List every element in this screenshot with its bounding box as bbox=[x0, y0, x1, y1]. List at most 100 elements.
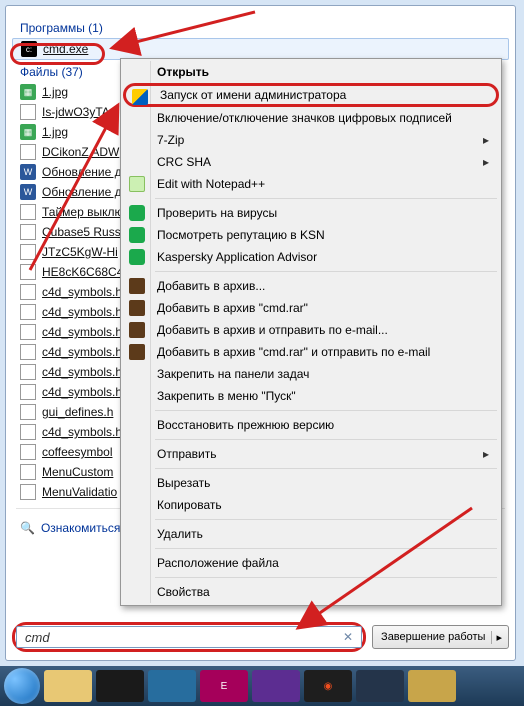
menu-item-label: Добавить в архив "cmd.rar" bbox=[157, 301, 308, 315]
menu-item-label: Удалить bbox=[157, 527, 203, 541]
file-result-label: DCikonZ ADW bbox=[42, 145, 119, 159]
menu-item[interactable]: Edit with Notepad++ bbox=[123, 173, 499, 195]
file-result-label: coffeesymbol bbox=[42, 445, 112, 459]
menu-item[interactable]: Kaspersky Application Advisor bbox=[123, 246, 499, 268]
menu-item-label: Посмотреть репутацию в KSN bbox=[157, 228, 325, 242]
menu-item[interactable]: Добавить в архив "cmd.rar" и отправить п… bbox=[123, 341, 499, 363]
doc-icon bbox=[20, 444, 36, 460]
file-result-label: 1.jpg bbox=[42, 85, 68, 99]
menu-item-label: Вырезать bbox=[157, 476, 210, 490]
file-result-label: Обновление д bbox=[42, 185, 122, 199]
menu-item-label: Запуск от имени администратора bbox=[160, 88, 346, 102]
taskbar-item[interactable] bbox=[148, 670, 196, 702]
file-result-label: MenuCustom bbox=[42, 465, 113, 479]
menu-item-label: 7-Zip bbox=[157, 133, 184, 147]
menu-item[interactable]: Восстановить прежнюю версию bbox=[123, 414, 499, 436]
menu-item[interactable]: Проверить на вирусы bbox=[123, 202, 499, 224]
file-result-label: Обновление д bbox=[42, 165, 122, 179]
file-result-label: 1.jpg bbox=[42, 125, 68, 139]
doc-icon bbox=[20, 344, 36, 360]
menu-item-label: Расположение файла bbox=[157, 556, 279, 570]
menu-item[interactable]: Вырезать bbox=[123, 472, 499, 494]
greensh-icon bbox=[129, 205, 145, 221]
img-icon: ▦ bbox=[20, 84, 36, 100]
menu-item[interactable]: Включение/отключение значков цифровых по… bbox=[123, 107, 499, 129]
menu-item-label: Kaspersky Application Advisor bbox=[157, 250, 317, 264]
file-result-label: c4d_symbols.h bbox=[42, 325, 122, 339]
menu-item[interactable]: Открыть bbox=[123, 61, 499, 83]
shutdown-button[interactable]: Завершение работы ▸ bbox=[372, 625, 509, 649]
menu-separator bbox=[155, 271, 497, 272]
doc-icon bbox=[20, 244, 36, 260]
programs-header: Программы (1) bbox=[12, 18, 509, 38]
file-result-label: MenuValidatio bbox=[42, 485, 117, 499]
menu-item[interactable]: Свойства bbox=[123, 581, 499, 603]
img-icon: ▦ bbox=[20, 124, 36, 140]
rar-icon bbox=[129, 300, 145, 316]
search-icon: 🔍 bbox=[20, 521, 35, 535]
taskbar-item[interactable] bbox=[96, 670, 144, 702]
taskbar-item[interactable] bbox=[44, 670, 92, 702]
rar-icon bbox=[129, 278, 145, 294]
context-menu: Открыть Запуск от имени администратора Вкл… bbox=[120, 58, 502, 606]
doc-icon bbox=[20, 104, 36, 120]
greensh-icon bbox=[129, 227, 145, 243]
menu-item[interactable]: 7-Zip ▸ bbox=[123, 129, 499, 151]
menu-separator bbox=[155, 439, 497, 440]
menu-item[interactable]: Отправить▸ bbox=[123, 443, 499, 465]
taskbar-item[interactable] bbox=[408, 670, 456, 702]
file-result-label: gui_defines.h bbox=[42, 405, 113, 419]
start-orb[interactable] bbox=[4, 668, 40, 704]
menu-item-label: Закрепить на панели задач bbox=[157, 367, 309, 381]
file-result-label: Is-jdwO3yTA.j bbox=[42, 105, 116, 119]
menu-item-label: Включение/отключение значков цифровых по… bbox=[157, 111, 452, 125]
menu-item-label: Свойства bbox=[157, 585, 210, 599]
taskbar-item[interactable]: ◉ bbox=[304, 670, 352, 702]
menu-item[interactable]: CRC SHA▸ bbox=[123, 151, 499, 173]
doc-icon bbox=[20, 304, 36, 320]
menu-item[interactable]: Расположение файла bbox=[123, 552, 499, 574]
file-result-label: c4d_symbols.h bbox=[42, 425, 122, 439]
menu-item[interactable]: Удалить bbox=[123, 523, 499, 545]
submenu-arrow-icon: ▸ bbox=[483, 155, 489, 169]
menu-item[interactable]: Добавить в архив "cmd.rar" bbox=[123, 297, 499, 319]
file-result-label: HE8cK6C68C4 bbox=[42, 265, 123, 279]
menu-item[interactable]: Добавить в архив... bbox=[123, 275, 499, 297]
menu-item[interactable]: Закрепить на панели задач bbox=[123, 363, 499, 385]
file-result-label: Cubase5 Russi bbox=[42, 225, 123, 239]
taskbar-item[interactable]: E bbox=[200, 670, 248, 702]
submenu-arrow-icon: ▸ bbox=[483, 133, 489, 147]
menu-item-label: Закрепить в меню "Пуск" bbox=[157, 389, 296, 403]
rar-icon bbox=[129, 344, 145, 360]
menu-item-label: Edit with Notepad++ bbox=[157, 177, 265, 191]
doc-icon bbox=[20, 364, 36, 380]
submenu-arrow-icon: ▸ bbox=[483, 447, 489, 461]
np-icon bbox=[129, 176, 145, 192]
menu-item[interactable]: Посмотреть репутацию в KSN bbox=[123, 224, 499, 246]
program-result-cmd[interactable]: c: cmd.exe bbox=[12, 38, 509, 60]
menu-item-label: Восстановить прежнюю версию bbox=[157, 418, 334, 432]
menu-item[interactable]: Закрепить в меню "Пуск" bbox=[123, 385, 499, 407]
menu-separator bbox=[155, 577, 497, 578]
menu-item-label: Добавить в архив... bbox=[157, 279, 265, 293]
shutdown-arrow-icon[interactable]: ▸ bbox=[491, 631, 502, 644]
file-result-label: c4d_symbols.h bbox=[42, 345, 122, 359]
menu-item-label: Добавить в архив и отправить по e-mail..… bbox=[157, 323, 388, 337]
menu-item[interactable]: Добавить в архив и отправить по e-mail..… bbox=[123, 319, 499, 341]
file-result-label: Таймер выклю bbox=[42, 205, 124, 219]
clear-search-icon[interactable]: ✕ bbox=[343, 630, 353, 644]
search-input[interactable] bbox=[16, 626, 362, 648]
taskbar-item[interactable] bbox=[356, 670, 404, 702]
menu-item[interactable]: Копировать bbox=[123, 494, 499, 516]
doc-icon bbox=[20, 324, 36, 340]
menu-separator bbox=[155, 468, 497, 469]
doc-icon bbox=[20, 284, 36, 300]
doc-icon bbox=[20, 204, 36, 220]
menu-item-label: Открыть bbox=[157, 65, 209, 79]
doc-icon bbox=[20, 484, 36, 500]
menu-item[interactable]: Запуск от имени администратора bbox=[123, 83, 499, 107]
cmd-icon: c: bbox=[21, 41, 37, 57]
taskbar-item[interactable] bbox=[252, 670, 300, 702]
doc-icon bbox=[20, 424, 36, 440]
doc-icon bbox=[20, 144, 36, 160]
